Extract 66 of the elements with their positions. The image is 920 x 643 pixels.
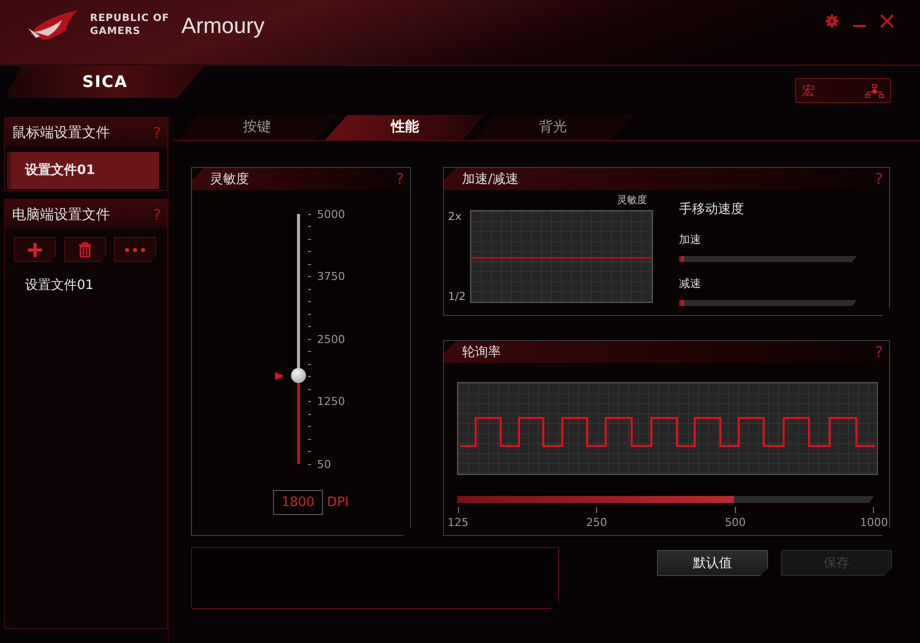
tick-mark	[308, 276, 311, 277]
close-icon[interactable]	[880, 14, 894, 28]
plus-icon	[27, 242, 43, 258]
device-tab[interactable]: SICA	[5, 66, 205, 98]
profile-item[interactable]: 设置文件01	[7, 152, 159, 189]
more-button[interactable]	[114, 237, 156, 262]
panel-title: 灵敏度	[210, 171, 249, 188]
tick-label: 50	[317, 458, 331, 470]
tick-label: 250	[586, 516, 608, 529]
dpi-field[interactable]: 1800	[273, 490, 323, 515]
tick-label: 2500	[317, 332, 345, 346]
tick-label: 500	[724, 516, 746, 529]
more-icon	[124, 246, 146, 252]
profile-item[interactable]: 设置文件01	[7, 267, 159, 304]
tick-mark	[308, 301, 311, 302]
add-button[interactable]	[14, 237, 56, 262]
app-title: Armoury	[181, 13, 264, 39]
slider-label: 减速	[679, 276, 702, 291]
tick-label: 1000	[860, 516, 888, 529]
slider-track[interactable]	[679, 256, 857, 262]
panel-title: 轮询率	[462, 344, 501, 361]
brand-text: REPUBLIC OF	[90, 12, 170, 25]
tick-mark	[308, 426, 311, 427]
brand-text: GAMERS	[90, 25, 142, 38]
graph-label: 灵敏度	[617, 194, 647, 208]
tick-mark	[308, 326, 311, 327]
slider-track[interactable]	[457, 496, 874, 503]
slider-label: 加速	[679, 232, 702, 247]
panel-title: 加速/减速	[462, 171, 518, 188]
tick-mark	[873, 507, 874, 513]
tab[interactable]: 性能	[325, 115, 485, 140]
tab[interactable]: 按键	[177, 115, 337, 140]
tick-mark	[308, 376, 311, 377]
dpi-unit: DPI	[327, 495, 349, 510]
tick-label: 125	[448, 516, 468, 529]
tick-mark	[308, 351, 311, 352]
tick-label: 5000	[317, 208, 345, 220]
tick-mark	[596, 507, 598, 513]
help-icon[interactable]: ?	[153, 124, 161, 142]
delete-button[interactable]	[64, 237, 106, 262]
tick-mark	[308, 251, 311, 252]
help-icon[interactable]: ?	[875, 170, 883, 188]
network-icon	[865, 84, 884, 98]
tick-mark	[734, 507, 736, 513]
slider-thumb[interactable]	[291, 368, 306, 383]
tick-label: 1250	[317, 395, 345, 408]
tick-mark	[308, 451, 311, 452]
tick-mark	[308, 226, 311, 227]
slider-track[interactable]	[679, 300, 857, 306]
axis-label: 1/2	[448, 290, 467, 303]
section-heading: 手移动速度	[679, 201, 745, 218]
trash-icon	[78, 242, 92, 258]
action-button[interactable]: 默认值	[657, 550, 768, 576]
panel-title: 电脑端设置文件	[12, 206, 110, 224]
axis-label: 2x	[448, 210, 463, 223]
tab[interactable]: 背光	[473, 115, 633, 140]
help-icon[interactable]: ?	[153, 206, 161, 224]
help-icon[interactable]: ?	[396, 170, 404, 188]
help-icon[interactable]: ?	[875, 343, 883, 361]
tick-mark	[308, 401, 311, 402]
macro-button[interactable]: 宏	[795, 78, 891, 103]
tick-label: 3750	[317, 270, 345, 283]
settings-icon[interactable]	[825, 14, 839, 28]
pointer-icon	[275, 372, 284, 380]
logo-icon	[28, 8, 80, 42]
panel-title: 鼠标端设置文件	[12, 124, 110, 142]
